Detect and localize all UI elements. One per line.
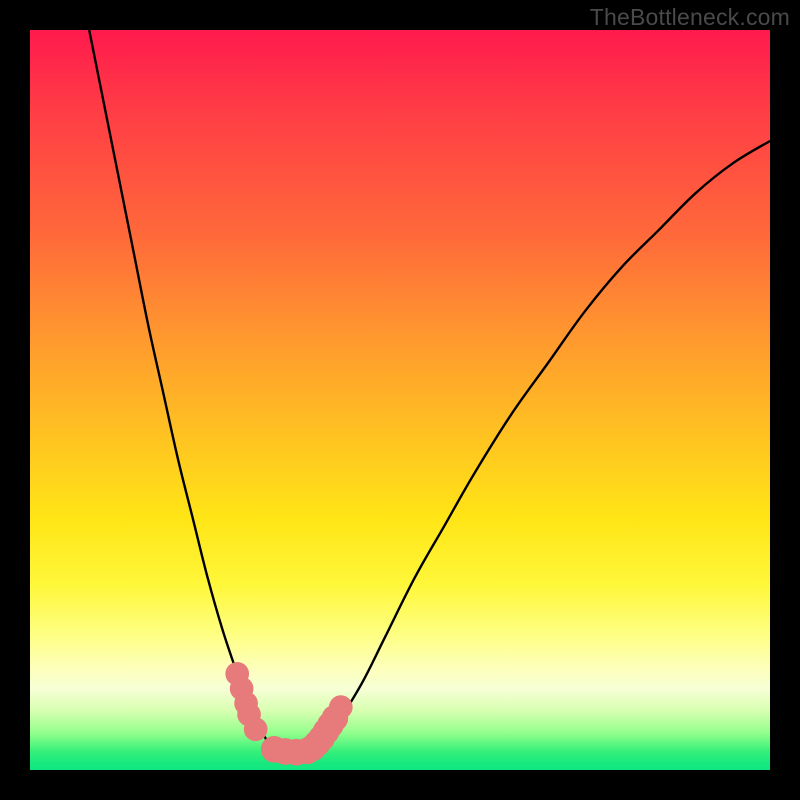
left-curve	[89, 30, 281, 752]
highlight-dot	[244, 717, 268, 741]
highlight-dot	[329, 695, 353, 719]
right-curve	[311, 141, 770, 752]
plot-area	[30, 30, 770, 770]
chart-svg	[30, 30, 770, 770]
chart-frame: TheBottleneck.com	[0, 0, 800, 800]
markers-layer	[225, 662, 352, 766]
watermark-text: TheBottleneck.com	[590, 4, 790, 31]
curves-layer	[89, 30, 770, 752]
